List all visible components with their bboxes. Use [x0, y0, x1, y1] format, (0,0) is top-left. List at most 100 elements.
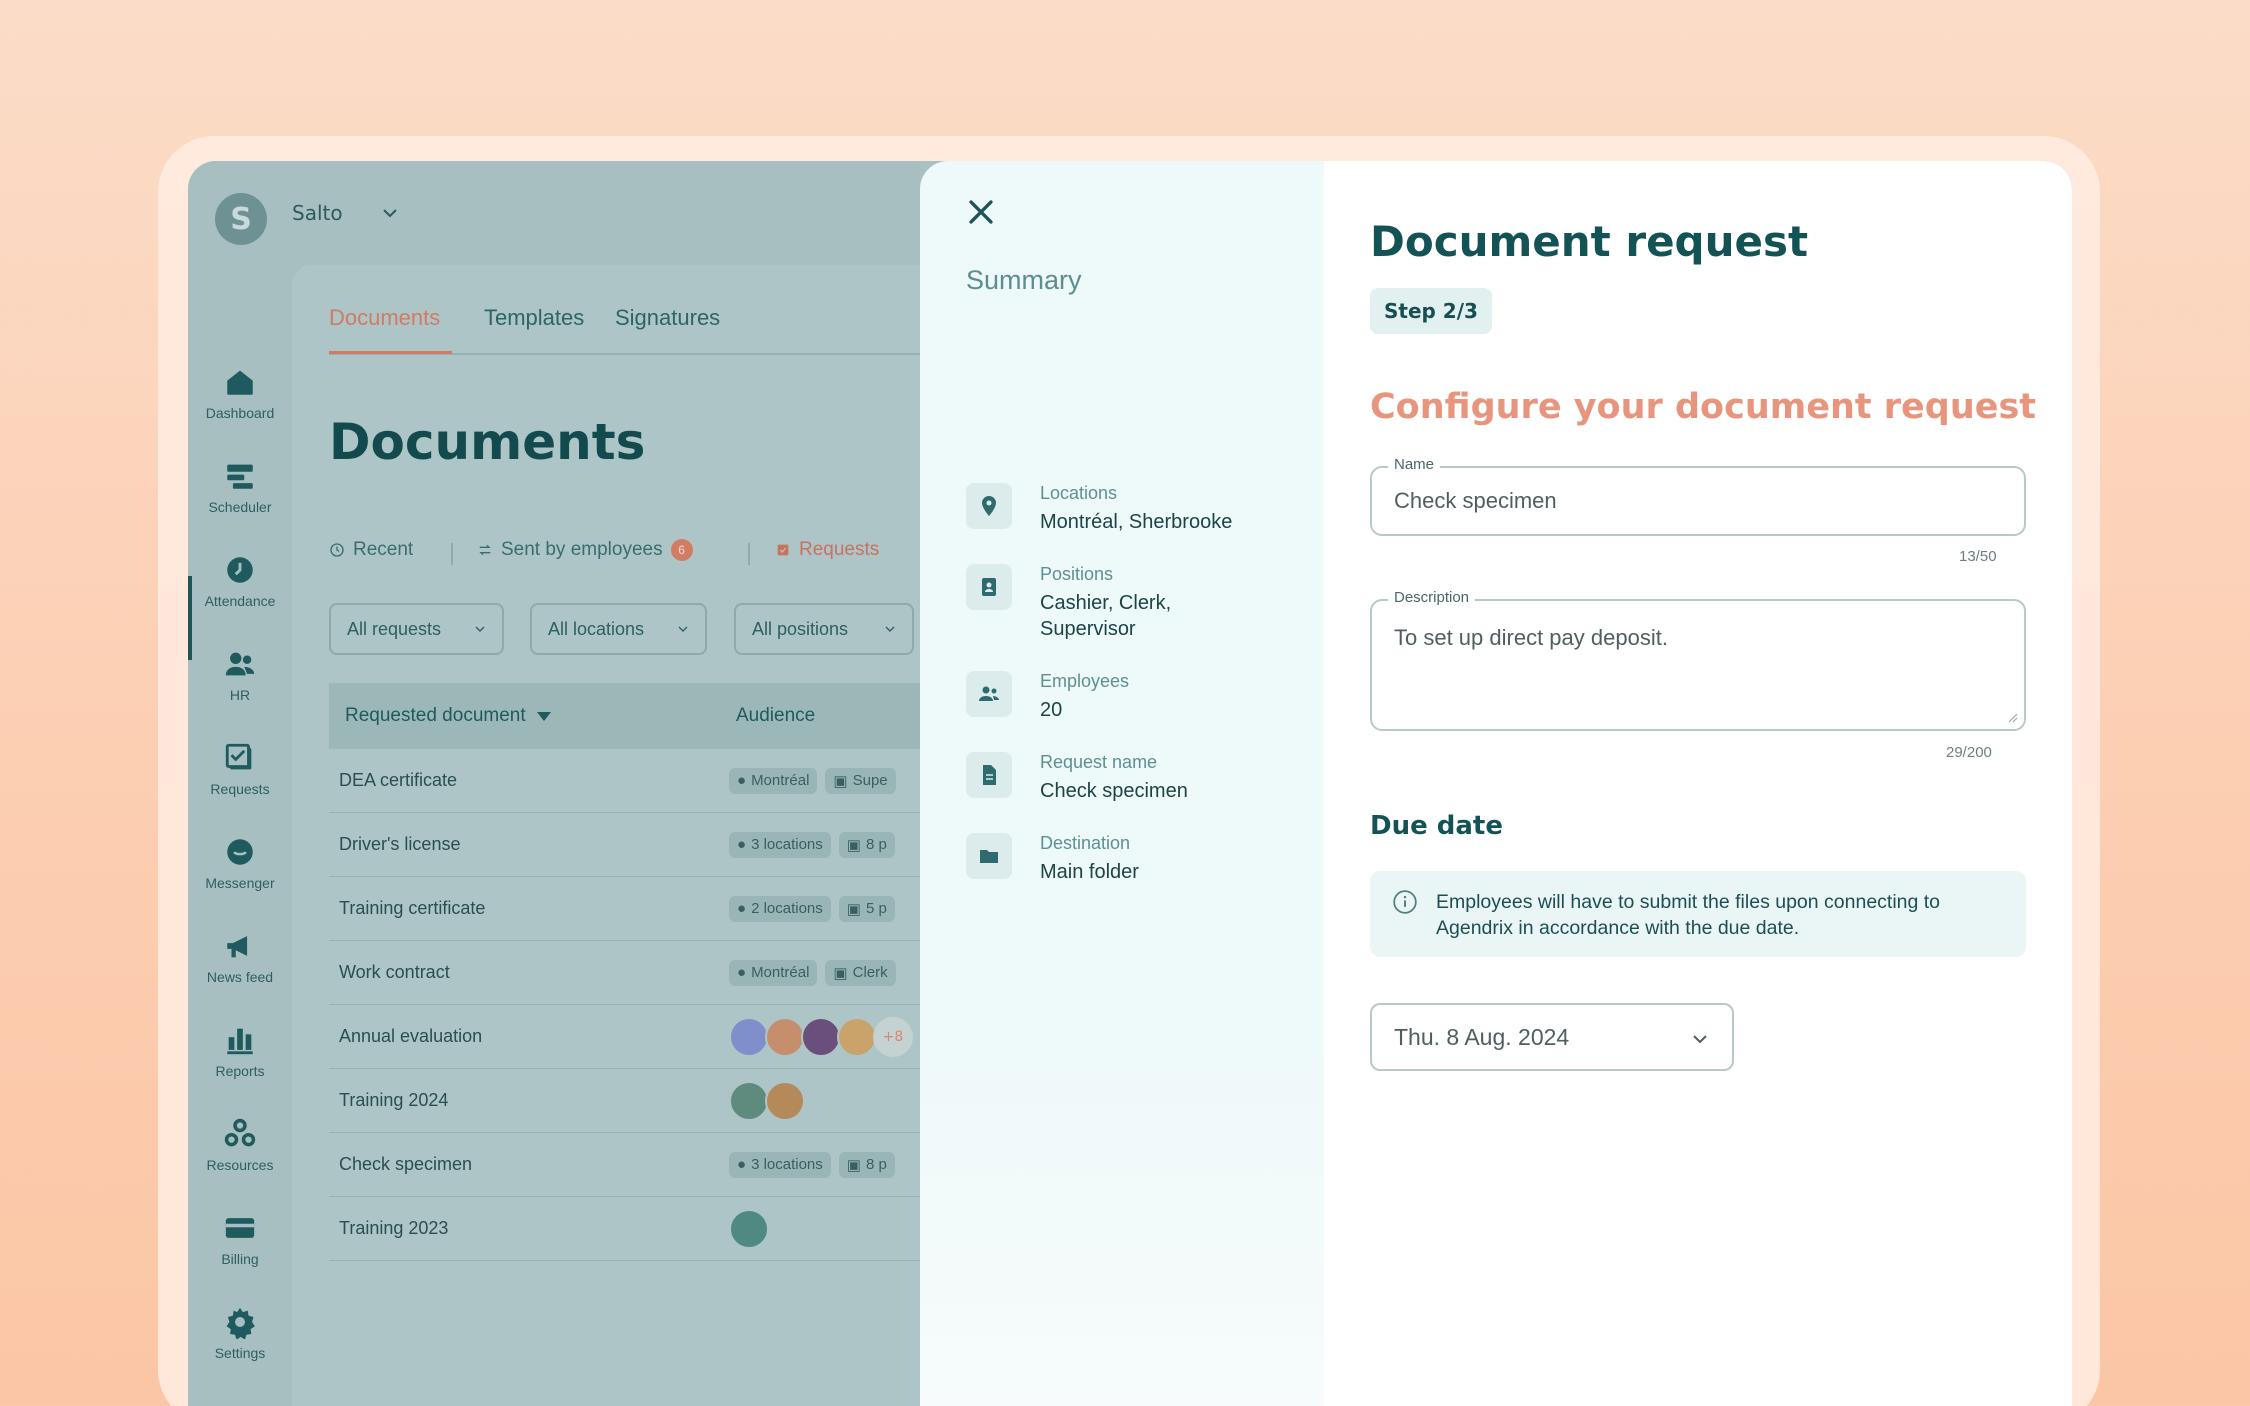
tab-documents[interactable]: Documents [329, 305, 440, 331]
summary-value: Cashier, Clerk, Supervisor [1040, 592, 1172, 640]
subtab-sent-by-employees[interactable]: Sent by employees 6 [477, 539, 693, 561]
location-chip: ● 2 locations [729, 895, 831, 922]
table-row[interactable]: Annual evaluation +8 [329, 1005, 929, 1069]
location-chip: ● 3 locations [729, 1151, 831, 1178]
more-avatars-count: +8 [873, 1016, 913, 1057]
filter-label: All positions [752, 618, 849, 639]
name-field[interactable]: Name Check specimen [1370, 456, 2026, 536]
divider [748, 543, 750, 565]
app-window: S Salto Dashboard Scheduler Attendance H… [188, 161, 2072, 1406]
subtab-recent[interactable]: Recent [329, 539, 413, 561]
description-field-label: Description [1388, 589, 1476, 606]
column-header-audience[interactable]: Audience [736, 705, 815, 727]
chevron-down-icon[interactable] [378, 201, 402, 225]
description-field-value[interactable]: To set up direct pay deposit. [1394, 625, 1668, 651]
sidebar-item-billing[interactable]: Billing [188, 1211, 292, 1293]
location-chip: ● Montréal [729, 959, 818, 986]
megaphone-icon [227, 936, 248, 958]
sidebar-item-label: HR [229, 687, 251, 703]
sidebar-item-hr[interactable]: HR [188, 647, 292, 729]
resources-icon [224, 1118, 256, 1147]
active-tab-underline [329, 351, 452, 354]
filter-locations-select[interactable]: All locations [530, 603, 707, 655]
sidebar-item-scheduler[interactable]: Scheduler [188, 459, 292, 541]
badge-icon: ▣ [846, 1156, 861, 1174]
tab-signatures[interactable]: Signatures [615, 305, 720, 331]
section-heading: Configure your document request [1370, 387, 2037, 427]
position-chip: ▣ 5 p [838, 895, 895, 922]
column-header-label: Requested document [345, 705, 526, 726]
requests-table: Requested document Audience DEA certific… [329, 683, 929, 1261]
audience-avatars [729, 1080, 805, 1121]
sidebar-item-attendance[interactable]: Attendance [188, 553, 292, 635]
resize-handle-icon[interactable] [2006, 711, 2018, 723]
document-icon [983, 765, 996, 785]
sidebar-item-resources[interactable]: Resources [188, 1117, 292, 1199]
badge-icon: ▣ [846, 900, 861, 918]
summary-label: Positions [1040, 564, 1114, 584]
table-row[interactable]: Training certificate ● 2 locations ▣ 5 p [329, 877, 929, 941]
table-header: Requested document Audience [329, 683, 929, 749]
table-row[interactable]: Work contract ● Montréal ▣ Clerk [329, 941, 929, 1005]
description-field[interactable]: Description To set up direct pay deposit… [1370, 589, 2026, 731]
summary-label: Request name [1040, 752, 1158, 772]
documents-content: Documents Templates Signatures Documents… [292, 265, 929, 1406]
chevron-down-icon [475, 626, 485, 632]
filter-label: All locations [548, 618, 645, 639]
chip-label: 2 locations [751, 900, 823, 917]
chip-label: Clerk [852, 964, 888, 981]
table-row[interactable]: Training 2024 [329, 1069, 929, 1133]
avatar [729, 1080, 769, 1121]
sort-down-icon [536, 712, 551, 721]
table-row[interactable]: Training 2023 [329, 1197, 929, 1261]
location-pin-icon: ● [737, 1156, 747, 1173]
document-subtabs: Recent Sent by employees 6 Requests [329, 539, 929, 569]
filter-requests-select[interactable]: All requests [329, 603, 504, 655]
chevron-down-icon [885, 626, 895, 632]
sidebar-item-label: Requests [210, 781, 270, 797]
sidebar-item-requests[interactable]: Requests [188, 741, 292, 823]
position-chip: ▣ 8 p [838, 831, 895, 858]
requests-icon [777, 544, 789, 556]
name-field-value[interactable]: Check specimen [1394, 488, 1557, 514]
sidebar-item-reports[interactable]: Reports [188, 1023, 292, 1105]
credit-card-icon [225, 1218, 255, 1238]
summary-value: 20 [1040, 699, 1063, 721]
close-icon[interactable] [964, 195, 998, 229]
avatar [837, 1016, 877, 1057]
location-chip: ● Montréal [729, 767, 818, 794]
document-name: Annual evaluation [339, 1026, 483, 1046]
sidebar-item-news-feed[interactable]: News feed [188, 929, 292, 1011]
table-row[interactable]: Driver's license ● 3 locations ▣ 8 p [329, 813, 929, 877]
summary-value: Check specimen [1040, 780, 1188, 802]
sidebar-item-dashboard[interactable]: Dashboard [188, 365, 292, 447]
clock-icon [330, 543, 344, 557]
tab-templates[interactable]: Templates [484, 305, 584, 331]
people-icon [979, 686, 999, 701]
chat-icon [227, 839, 253, 865]
summary-title: Summary [966, 265, 1082, 295]
filter-positions-select[interactable]: All positions [734, 603, 914, 655]
location-chip: ● 3 locations [729, 831, 831, 858]
avatar [729, 1016, 769, 1057]
badge-icon: ▣ [846, 836, 861, 854]
location-pin-icon: ● [737, 900, 747, 917]
top-bar: S Salto [188, 161, 920, 265]
table-row[interactable]: Check specimen ● 3 locations ▣ 8 p [329, 1133, 929, 1197]
org-avatar[interactable]: S [215, 193, 267, 245]
gear-icon [226, 1307, 255, 1339]
table-row[interactable]: DEA certificate ● Montréal ▣ Supe [329, 749, 929, 813]
column-header-document[interactable]: Requested document [345, 705, 552, 727]
sidebar-item-messenger[interactable]: Messenger [188, 835, 292, 917]
position-chip: ▣ Supe [825, 767, 896, 794]
sidebar-item-settings[interactable]: Settings [188, 1305, 292, 1387]
form-title: Document request [1370, 217, 1809, 266]
due-date-select[interactable]: Thu. 8 Aug. 2024 [1370, 1003, 1734, 1071]
chip-label: Montréal [751, 964, 810, 981]
summary-label: Destination [1040, 833, 1131, 853]
subtab-requests[interactable]: Requests [775, 539, 879, 561]
org-name[interactable]: Salto [292, 201, 343, 225]
audience-chips: ● Montréal ▣ Clerk [729, 959, 929, 986]
summary-value: Main folder [1040, 861, 1139, 883]
sidebar-item-label: Settings [214, 1345, 266, 1361]
